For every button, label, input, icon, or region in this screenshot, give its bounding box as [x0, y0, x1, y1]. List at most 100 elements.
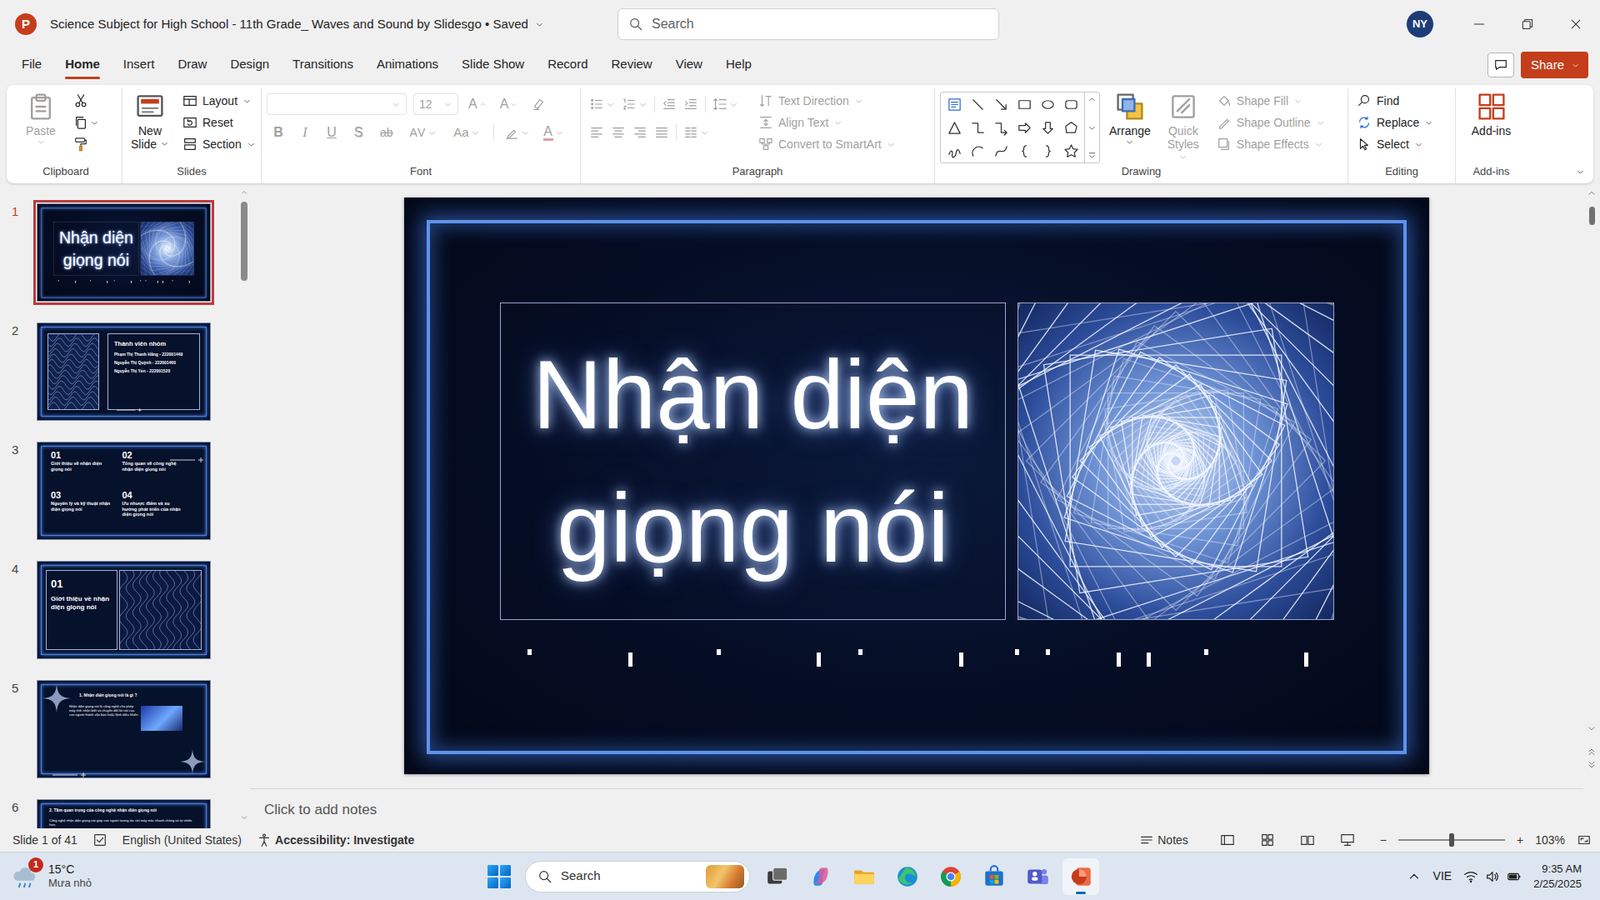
menu-tab[interactable]: Draw: [169, 50, 215, 81]
slide-preview[interactable]: 1. Nhận diện giọng nói là gì ?Nhận diện …: [37, 680, 210, 778]
more-shapes-icon[interactable]: [1087, 150, 1097, 160]
comments-button[interactable]: [1487, 52, 1515, 78]
spiral-picture[interactable]: [140, 221, 195, 275]
slide-preview[interactable]: 01Giới thiệu về nhận diện giọng nói02Tổn…: [37, 442, 210, 540]
find-button[interactable]: Find: [1353, 90, 1403, 112]
quick-styles-button[interactable]: Quick Styles: [1160, 90, 1207, 166]
rounded-rectangle-shape-button[interactable]: [1059, 92, 1083, 116]
thumbnail-scrollbar[interactable]: [238, 185, 250, 829]
previous-slide-icon[interactable]: [1586, 746, 1597, 757]
arc-shape-button[interactable]: [965, 139, 990, 163]
scroll-up-icon[interactable]: [1586, 188, 1597, 199]
editor-scrollbar[interactable]: [1583, 185, 1600, 829]
paste-button[interactable]: Paste: [18, 90, 64, 149]
numbering-button[interactable]: [618, 93, 651, 115]
select-button[interactable]: Select: [1353, 133, 1427, 155]
normal-view-icon[interactable]: [1220, 832, 1235, 848]
increase-indent-button[interactable]: [680, 93, 702, 115]
clock[interactable]: 9:35 AM 2/25/2025: [1533, 861, 1590, 892]
menu-tab[interactable]: Home: [56, 50, 109, 81]
scroll-down-icon[interactable]: [240, 813, 249, 822]
slide-preview[interactable]: Nhận diện giọng nói: [37, 204, 210, 301]
teams-app-button[interactable]: [1019, 858, 1056, 895]
chrome-app-button[interactable]: [932, 858, 970, 895]
right-brace-shape-button[interactable]: [1035, 139, 1060, 163]
shape-fill-button[interactable]: Shape Fill: [1213, 90, 1329, 112]
replace-button[interactable]: Replace: [1353, 111, 1437, 134]
next-slide-icon[interactable]: [1586, 760, 1597, 770]
minimize-button[interactable]: [1455, 0, 1504, 49]
notes-button[interactable]: Notes: [1139, 831, 1189, 850]
slide-thumbnail[interactable]: 51. Nhận diện giọng nói là gì ?Nhận diện…: [0, 680, 239, 778]
new-slide-button[interactable]: New Slide: [127, 90, 173, 153]
user-avatar[interactable]: NY: [1406, 10, 1434, 38]
strike-button[interactable]: ab: [373, 121, 400, 144]
slide-preview[interactable]: 2. Tầm quan trọng của công nghệ nhận diệ…: [37, 800, 210, 829]
menu-tab[interactable]: Transitions: [284, 50, 362, 81]
edge-app-button[interactable]: [889, 858, 926, 895]
title-placeholder[interactable]: Nhận diện giọng nói: [500, 302, 1006, 620]
rectangle-shape-button[interactable]: [1012, 92, 1036, 116]
underline-button[interactable]: U: [320, 121, 344, 144]
close-button[interactable]: [1551, 0, 1600, 49]
explorer-app-button[interactable]: [845, 858, 883, 895]
windows-start-icon[interactable]: [482, 860, 516, 894]
triangle-shape-button[interactable]: [942, 115, 966, 140]
slide-preview[interactable]: 01Giới thiệu về nhận diện giọng nói: [37, 561, 210, 659]
slide-preview[interactable]: Thành viên nhómPhạm Thị Thanh Hằng - 222…: [37, 323, 210, 420]
zoom-slider-fill[interactable]: [1398, 839, 1452, 841]
align-left-button[interactable]: [585, 121, 608, 144]
spiral-picture[interactable]: [1017, 302, 1335, 620]
slide-title[interactable]: Nhận diện giọng nói: [54, 225, 140, 271]
grow-font-button[interactable]: A: [465, 93, 490, 115]
share-button[interactable]: Share: [1520, 51, 1589, 79]
freeform-shape-button[interactable]: [1059, 115, 1083, 140]
shape-outline-button[interactable]: Shape Outline: [1213, 111, 1329, 134]
oval-shape-button[interactable]: [1035, 92, 1060, 116]
section-button[interactable]: Section: [179, 133, 260, 155]
arrow-shape-button[interactable]: [989, 92, 1013, 116]
collapse-ribbon-icon[interactable]: [1575, 167, 1585, 177]
down-arrow-shape-button[interactable]: [1035, 115, 1060, 140]
slideshow-icon[interactable]: [1340, 832, 1355, 848]
slide-thumbnail[interactable]: 2Thành viên nhómPhạm Thị Thanh Hằng - 22…: [0, 323, 239, 420]
right-arrow-shape-button[interactable]: [1012, 115, 1036, 140]
powerpoint-app-button[interactable]: [1062, 858, 1100, 895]
zoom-out-button[interactable]: −: [1380, 831, 1387, 850]
align-right-button[interactable]: [629, 121, 651, 144]
input-language[interactable]: VIE: [1433, 867, 1453, 885]
quick-settings[interactable]: [1463, 869, 1522, 885]
slide[interactable]: Nhận diện giọng nói: [404, 197, 1430, 775]
scroll-thumb[interactable]: [240, 201, 248, 281]
highlight-button[interactable]: [500, 121, 534, 144]
search-input[interactable]: [650, 13, 989, 35]
scroll-up-icon[interactable]: [1087, 95, 1097, 105]
align-text-button[interactable]: Align Text: [755, 111, 900, 134]
taskbar-search[interactable]: Search: [525, 860, 750, 893]
star-shape-button[interactable]: [1059, 139, 1083, 163]
restore-button[interactable]: [1503, 0, 1552, 49]
addins-button[interactable]: Add-ins: [1469, 90, 1515, 140]
reading-view-icon[interactable]: [1300, 832, 1315, 848]
spelling-check-icon[interactable]: [92, 832, 108, 848]
slide-thumbnail[interactable]: 62. Tầm quan trọng của công nghệ nhận di…: [0, 800, 239, 829]
slide-sorter-icon[interactable]: [1260, 832, 1275, 848]
shrink-font-button[interactable]: A: [496, 93, 522, 115]
bullets-button[interactable]: [585, 93, 619, 115]
justify-button[interactable]: [650, 121, 673, 144]
case-button[interactable]: Aa: [446, 121, 486, 144]
zoom-level[interactable]: 103%: [1535, 831, 1565, 850]
fit-slide-icon[interactable]: [1576, 832, 1592, 848]
menu-tab[interactable]: Review: [603, 50, 661, 81]
copy-button[interactable]: [70, 111, 103, 134]
slide-thumbnail[interactable]: 301Giới thiệu về nhận diện giọng nói02Tổ…: [0, 442, 239, 540]
slide-thumbnail[interactable]: 401Giới thiệu về nhận diện giọng nói: [0, 561, 239, 659]
left-brace-shape-button[interactable]: [1012, 139, 1036, 163]
line-spacing-button[interactable]: [709, 93, 742, 115]
elbow-arrow-shape-button[interactable]: [989, 115, 1013, 140]
weather-widget[interactable]: 1 15°C Mưa nhỏ: [10, 862, 483, 891]
scroll-down-icon[interactable]: [1087, 123, 1097, 133]
show-hidden-icons-icon[interactable]: [1406, 869, 1422, 885]
zoom-slider[interactable]: [1398, 839, 1505, 841]
copilot-app-button[interactable]: [802, 858, 840, 895]
